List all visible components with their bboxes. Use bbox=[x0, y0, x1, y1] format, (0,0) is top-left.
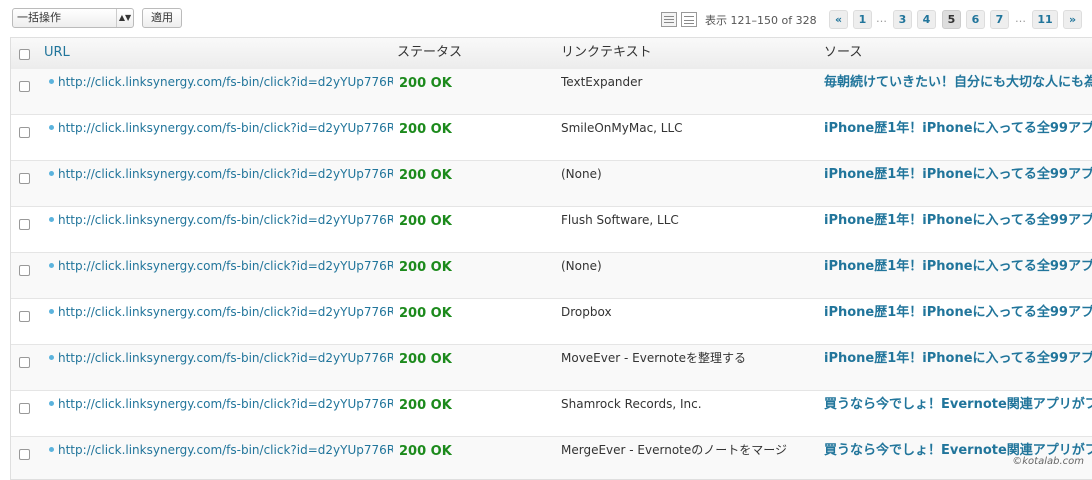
row-url-link[interactable]: http://click.linksynergy.com/fs-bin/clic… bbox=[49, 166, 393, 182]
table-row: http://click.linksynergy.com/fs-bin/clic… bbox=[11, 115, 1092, 161]
row-status: 200 OK bbox=[399, 352, 452, 367]
row-url-text: http://click.linksynergy.com/fs-bin/clic… bbox=[58, 351, 393, 365]
row-source-link[interactable]: 買うなら今でしょ！Evernote関連アプリがフレ bbox=[824, 396, 1092, 414]
row-source-link[interactable]: iPhone歴1年！iPhoneに入ってる全99アプリは bbox=[824, 258, 1092, 276]
links-table: URL ステータス リンクテキスト ソース http://click.links… bbox=[10, 37, 1092, 480]
row-status: 200 OK bbox=[399, 168, 452, 183]
row-url-text: http://click.linksynergy.com/fs-bin/clic… bbox=[58, 213, 393, 227]
row-status: 200 OK bbox=[399, 76, 452, 91]
excerpt-view-icon[interactable] bbox=[681, 12, 697, 27]
row-url-link[interactable]: http://click.linksynergy.com/fs-bin/clic… bbox=[49, 350, 393, 366]
row-checkbox[interactable] bbox=[19, 173, 30, 184]
page-link-4[interactable]: 4 bbox=[917, 10, 936, 29]
row-status: 200 OK bbox=[399, 444, 452, 459]
bulk-action-select[interactable]: 一括操作 ▲▼ bbox=[12, 8, 134, 28]
row-url-text: http://click.linksynergy.com/fs-bin/clic… bbox=[58, 167, 393, 181]
page-link-3[interactable]: 3 bbox=[893, 10, 912, 29]
tablenav-top: 一括操作 ▲▼ 適用 表示 121–150 of 328 « 1 … 3 4 5… bbox=[0, 0, 1092, 36]
column-header-link-text: リンクテキスト bbox=[561, 45, 652, 60]
page-link-6[interactable]: 6 bbox=[966, 10, 985, 29]
link-bullet-icon bbox=[49, 309, 54, 314]
link-bullet-icon bbox=[49, 125, 54, 130]
row-status: 200 OK bbox=[399, 214, 452, 229]
row-link-text: (None) bbox=[561, 259, 602, 273]
table-row: http://click.linksynergy.com/fs-bin/clic… bbox=[11, 437, 1092, 479]
link-bullet-icon bbox=[49, 355, 54, 360]
row-source-link[interactable]: iPhone歴1年！iPhoneに入ってる全99アプリは bbox=[824, 350, 1092, 368]
link-bullet-icon bbox=[49, 171, 54, 176]
page-link-7[interactable]: 7 bbox=[990, 10, 1009, 29]
row-checkbox[interactable] bbox=[19, 127, 30, 138]
link-bullet-icon bbox=[49, 217, 54, 222]
row-url-link[interactable]: http://click.linksynergy.com/fs-bin/clic… bbox=[49, 212, 393, 228]
row-url-link[interactable]: http://click.linksynergy.com/fs-bin/clic… bbox=[49, 74, 393, 90]
pagination-ellipsis: … bbox=[876, 12, 887, 25]
page-current-5: 5 bbox=[942, 10, 961, 29]
row-checkbox[interactable] bbox=[19, 81, 30, 92]
row-link-text: MergeEver - Evernoteのノートをマージ bbox=[561, 443, 788, 457]
row-source-link[interactable]: iPhone歴1年！iPhoneに入ってる全99アプリは bbox=[824, 120, 1092, 138]
row-status: 200 OK bbox=[399, 306, 452, 321]
column-header-source: ソース bbox=[824, 45, 863, 60]
row-checkbox[interactable] bbox=[19, 311, 30, 322]
select-all-checkbox[interactable] bbox=[19, 49, 30, 60]
row-link-text: Flush Software, LLC bbox=[561, 213, 679, 227]
link-bullet-icon bbox=[49, 79, 54, 84]
displaying-num: 表示 121–150 of 328 bbox=[705, 14, 817, 27]
bulk-action-value: 一括操作 bbox=[17, 11, 61, 24]
row-checkbox[interactable] bbox=[19, 449, 30, 460]
row-url-link[interactable]: http://click.linksynergy.com/fs-bin/clic… bbox=[49, 258, 393, 274]
row-checkbox[interactable] bbox=[19, 219, 30, 230]
row-link-text: (None) bbox=[561, 167, 602, 181]
row-status: 200 OK bbox=[399, 260, 452, 275]
pagination-ellipsis: … bbox=[1015, 12, 1026, 25]
row-url-text: http://click.linksynergy.com/fs-bin/clic… bbox=[58, 259, 393, 273]
row-url-text: http://click.linksynergy.com/fs-bin/clic… bbox=[58, 121, 393, 135]
row-url-text: http://click.linksynergy.com/fs-bin/clic… bbox=[58, 305, 393, 319]
watermark: ©kotalab.com bbox=[1012, 456, 1084, 467]
table-row: http://click.linksynergy.com/fs-bin/clic… bbox=[11, 207, 1092, 253]
row-source-link[interactable]: iPhone歴1年！iPhoneに入ってる全99アプリは bbox=[824, 304, 1092, 322]
row-link-text: SmileOnMyMac, LLC bbox=[561, 121, 683, 135]
table-row: http://click.linksynergy.com/fs-bin/clic… bbox=[11, 69, 1092, 115]
last-page-link[interactable]: » bbox=[1063, 10, 1082, 29]
row-url-link[interactable]: http://click.linksynergy.com/fs-bin/clic… bbox=[49, 442, 393, 458]
apply-button[interactable]: 適用 bbox=[142, 8, 182, 28]
row-url-text: http://click.linksynergy.com/fs-bin/clic… bbox=[58, 443, 393, 457]
table-row: http://click.linksynergy.com/fs-bin/clic… bbox=[11, 299, 1092, 345]
row-url-text: http://click.linksynergy.com/fs-bin/clic… bbox=[58, 397, 393, 411]
row-source-link[interactable]: iPhone歴1年！iPhoneに入ってる全99アプリは bbox=[824, 166, 1092, 184]
row-status: 200 OK bbox=[399, 122, 452, 137]
table-row: http://click.linksynergy.com/fs-bin/clic… bbox=[11, 391, 1092, 437]
page-link-11[interactable]: 11 bbox=[1032, 10, 1058, 29]
row-link-text: TextExpander bbox=[561, 75, 643, 89]
link-bullet-icon bbox=[49, 401, 54, 406]
row-url-link[interactable]: http://click.linksynergy.com/fs-bin/clic… bbox=[49, 120, 393, 136]
link-bullet-icon bbox=[49, 263, 54, 268]
row-status: 200 OK bbox=[399, 398, 452, 413]
row-link-text: MoveEver - Evernoteを整理する bbox=[561, 351, 746, 365]
row-link-text: Dropbox bbox=[561, 305, 612, 319]
table-row: http://click.linksynergy.com/fs-bin/clic… bbox=[11, 345, 1092, 391]
column-header-url[interactable]: URL bbox=[44, 38, 70, 69]
link-bullet-icon bbox=[49, 447, 54, 452]
row-source-link[interactable]: iPhone歴1年！iPhoneに入ってる全99アプリは bbox=[824, 212, 1092, 230]
row-url-text: http://click.linksynergy.com/fs-bin/clic… bbox=[58, 75, 393, 89]
row-source-link[interactable]: 毎朝続けていきたい！自分にも大切な人にも為に bbox=[824, 74, 1092, 92]
row-checkbox[interactable] bbox=[19, 357, 30, 368]
page-link-1[interactable]: 1 bbox=[853, 10, 872, 29]
table-header: URL ステータス リンクテキスト ソース bbox=[11, 38, 1092, 70]
first-page-link[interactable]: « bbox=[829, 10, 848, 29]
table-row: http://click.linksynergy.com/fs-bin/clic… bbox=[11, 253, 1092, 299]
list-view-icon[interactable] bbox=[661, 12, 677, 27]
column-header-status: ステータス bbox=[397, 45, 463, 60]
row-link-text: Shamrock Records, Inc. bbox=[561, 397, 702, 411]
row-url-link[interactable]: http://click.linksynergy.com/fs-bin/clic… bbox=[49, 304, 393, 320]
select-arrows-icon: ▲▼ bbox=[116, 9, 133, 27]
table-row: http://click.linksynergy.com/fs-bin/clic… bbox=[11, 161, 1092, 207]
row-checkbox[interactable] bbox=[19, 265, 30, 276]
row-url-link[interactable]: http://click.linksynergy.com/fs-bin/clic… bbox=[49, 396, 393, 412]
row-checkbox[interactable] bbox=[19, 403, 30, 414]
